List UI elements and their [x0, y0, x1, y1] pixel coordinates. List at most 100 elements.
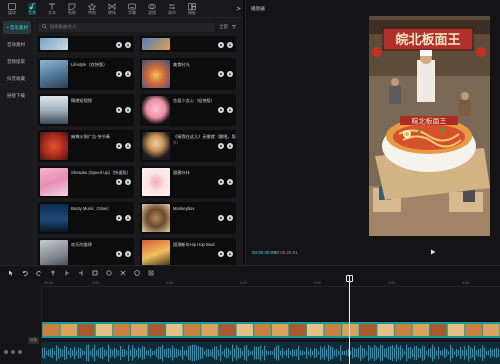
favorite-icon[interactable]: [218, 107, 224, 113]
music-item[interactable]: 《接我在这儿》无需就（翻唱，版 本）: [140, 130, 236, 162]
wave-bar: [190, 345, 192, 361]
favorite-icon[interactable]: [116, 215, 122, 221]
search-placeholder: 搜索歌曲/艺人: [50, 24, 77, 29]
search-input[interactable]: 搜索歌曲/艺人: [38, 22, 214, 32]
sort-icon[interactable]: [231, 24, 237, 31]
clip-frame: [359, 324, 377, 336]
split-right-icon[interactable]: [74, 266, 88, 279]
music-item[interactable]: Lifestyle（欢快版）: [38, 58, 134, 90]
favorite-icon[interactable]: [116, 42, 122, 48]
favorite-icon[interactable]: [218, 71, 224, 77]
favorite-icon[interactable]: [116, 143, 122, 149]
delete-icon[interactable]: [88, 266, 102, 279]
favorite-icon[interactable]: [218, 215, 224, 221]
wave-bar: [110, 348, 112, 358]
wave-bar: [214, 346, 216, 360]
download-icon[interactable]: [125, 143, 131, 149]
tool-audio[interactable]: 音频: [22, 0, 42, 18]
favorite-icon[interactable]: [218, 143, 224, 149]
download-icon[interactable]: [227, 42, 233, 48]
tool-media[interactable]: 媒体: [2, 0, 22, 18]
wave-bar: [342, 350, 344, 356]
favorite-icon[interactable]: [116, 71, 122, 77]
music-cover: [142, 240, 170, 265]
shield-icon[interactable]: [130, 266, 144, 279]
wave-bar: [412, 348, 414, 358]
music-item[interactable]: 国潮新年Hip Hop Beat: [140, 238, 236, 265]
select-arrow-icon[interactable]: [4, 266, 18, 279]
favorite-icon[interactable]: [218, 251, 224, 257]
download-icon[interactable]: [125, 179, 131, 185]
sidebar-item-douyin-favorites[interactable]: 抖音收藏: [3, 72, 31, 85]
split-left-icon[interactable]: [60, 266, 74, 279]
music-item[interactable]: 欢乐的旋律: [38, 238, 134, 265]
sidebar-item-sound-effects[interactable]: 音效素材: [3, 38, 31, 51]
tool-captions[interactable]: 字幕: [122, 0, 142, 18]
download-icon[interactable]: [125, 215, 131, 221]
wave-bar: [292, 349, 294, 357]
undo-icon[interactable]: [18, 266, 32, 279]
download-icon[interactable]: [227, 71, 233, 77]
wave-bar: [54, 350, 56, 356]
tool-template[interactable]: 模板: [182, 0, 202, 18]
tool-sticker[interactable]: 贴纸: [62, 0, 82, 18]
download-icon[interactable]: [125, 251, 131, 257]
music-item[interactable]: Booty Music（Slow）: [38, 202, 134, 234]
music-item[interactable]: Shosaku (Speed Up)（快速版）: [38, 166, 134, 198]
playhead[interactable]: [349, 276, 350, 364]
split-icon[interactable]: [46, 266, 60, 279]
favorite-icon[interactable]: [218, 42, 224, 48]
ruler-tick: 1:00: [92, 281, 99, 285]
favorite-icon[interactable]: [218, 179, 224, 185]
tool-text[interactable]: 文本: [42, 0, 62, 18]
time-ruler[interactable]: 00:00 1:00 2:00 3:00 4:00 5:00 6:00: [42, 279, 500, 287]
video-clip[interactable]: [42, 322, 500, 338]
sidebar-item-audio-extract[interactable]: 音频提取: [3, 55, 31, 68]
cover-button[interactable]: 封面: [28, 337, 39, 344]
music-item[interactable]: [140, 36, 236, 52]
clip-frame: [113, 324, 130, 336]
music-item[interactable]: 甜甜咔咔: [140, 166, 236, 198]
tool-adjust[interactable]: 调节: [162, 0, 182, 18]
sidebar-item-link-download[interactable]: 链接下载: [3, 89, 31, 102]
download-icon[interactable]: [125, 71, 131, 77]
music-item[interactable]: 恋爱少女心（轻快版）: [140, 94, 236, 126]
lock-icon[interactable]: [4, 350, 8, 354]
tool-label: 媒体: [8, 9, 16, 15]
download-icon[interactable]: [227, 107, 233, 113]
download-icon[interactable]: [227, 179, 233, 185]
download-icon[interactable]: [227, 251, 233, 257]
tool-filter[interactable]: 滤镜: [142, 0, 162, 18]
volume-icon[interactable]: [18, 350, 22, 354]
music-item[interactable]: [38, 36, 134, 52]
wave-bar: [64, 346, 66, 360]
play-icon[interactable]: [430, 249, 436, 255]
current-time: 00:00:00:00: [252, 250, 276, 255]
music-item[interactable]: 美食时光: [140, 58, 236, 90]
redo-icon[interactable]: [32, 266, 46, 279]
favorite-icon[interactable]: [116, 179, 122, 185]
wave-bar: [48, 349, 50, 357]
player-title: 播放器: [251, 6, 265, 11]
wave-bar: [490, 348, 492, 358]
audio-waveform[interactable]: [42, 342, 500, 364]
tool-effects[interactable]: 特效: [82, 0, 102, 18]
music-item[interactable]: 麻辣火锅广告·快节奏: [38, 130, 134, 162]
music-item[interactable]: Monkeybox: [140, 202, 236, 234]
expand-icon[interactable]: [233, 0, 243, 18]
music-item[interactable]: 情绪短视频: [38, 94, 134, 126]
tool-transition[interactable]: 转场: [102, 0, 122, 18]
favorite-icon[interactable]: [116, 107, 122, 113]
favorite-icon[interactable]: [116, 251, 122, 257]
download-icon[interactable]: [227, 215, 233, 221]
eye-icon[interactable]: [11, 350, 15, 354]
video-preview[interactable]: 皖北板面王 皖北板面王: [369, 16, 490, 236]
crop-icon[interactable]: [144, 266, 158, 279]
freeze-icon[interactable]: [102, 266, 116, 279]
sidebar-item-music[interactable]: • 音乐素材: [3, 21, 31, 34]
mirror-icon[interactable]: [116, 266, 130, 279]
filter-dropdown[interactable]: 全部: [219, 24, 228, 30]
download-icon[interactable]: [227, 143, 233, 149]
download-icon[interactable]: [125, 42, 131, 48]
download-icon[interactable]: [125, 107, 131, 113]
